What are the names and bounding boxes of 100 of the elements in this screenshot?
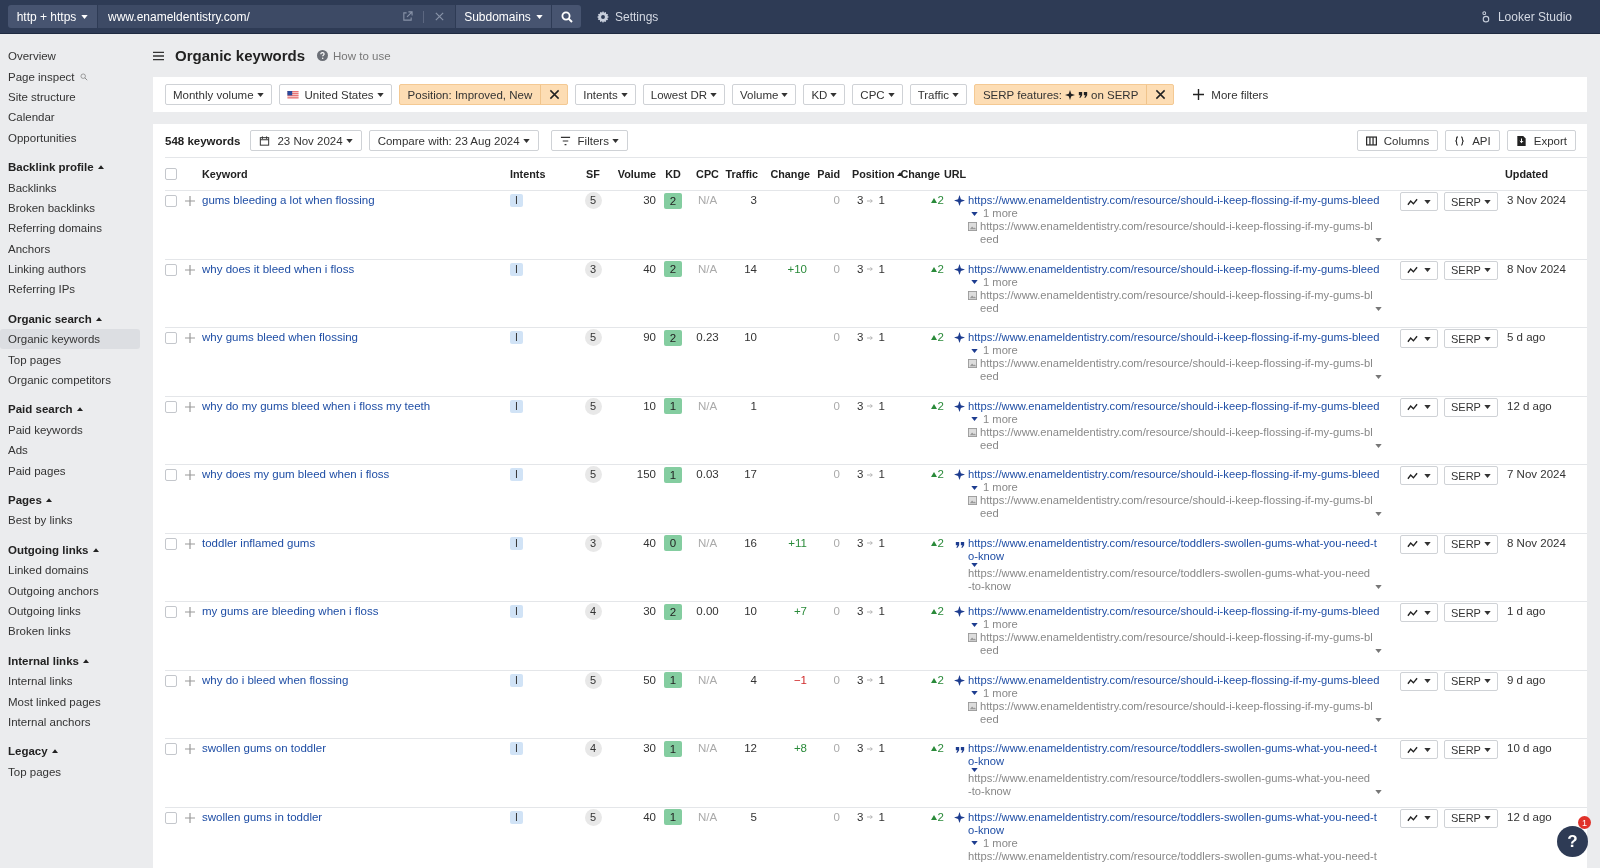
chart-dropdown[interactable] [1400, 260, 1438, 280]
protocol-dropdown[interactable]: http + https [8, 5, 97, 28]
settings-button[interactable]: Settings [591, 8, 665, 25]
sidebar-item[interactable]: Outgoing links [0, 600, 140, 622]
caret-icon[interactable] [1375, 375, 1382, 379]
keyword-link[interactable]: toddler inflamed gums [202, 536, 316, 550]
filters-button[interactable]: Filters [550, 130, 628, 151]
sidebar-item[interactable]: Outgoing anchors [0, 580, 140, 601]
sidebar-section-header[interactable]: Pages [0, 489, 153, 511]
search-button[interactable] [552, 5, 581, 28]
sidebar-item[interactable]: Broken backlinks [0, 197, 140, 219]
compare-dropdown[interactable]: Compare with: 23 Aug 2024 [368, 130, 539, 151]
subdomains-dropdown[interactable]: Subdomains [456, 5, 551, 28]
sidebar-item[interactable]: Backlinks [0, 177, 140, 198]
filter-dropdown[interactable]: Traffic [909, 84, 967, 105]
column-header[interactable]: Keyword [202, 168, 248, 180]
row-checkbox[interactable] [165, 674, 177, 687]
column-header[interactable]: Change [900, 168, 940, 180]
filter-dropdown[interactable]: Monthly volume [165, 84, 272, 105]
sidebar-item[interactable]: Internal links [0, 670, 140, 692]
sidebar-item[interactable]: Linked domains [0, 560, 140, 581]
row-checkbox[interactable] [165, 400, 177, 413]
sidebar-item[interactable]: Organic keywords [0, 329, 140, 350]
caret-icon[interactable] [971, 280, 978, 284]
serp-dropdown[interactable]: SERP [1444, 740, 1498, 759]
sidebar-item[interactable]: Opportunities [0, 127, 140, 148]
sidebar-item[interactable]: Internal anchors [0, 711, 140, 733]
keyword-link[interactable]: why do i bleed when flossing [202, 673, 349, 687]
sidebar-item[interactable]: Site structure [0, 86, 140, 108]
url-link[interactable]: https://www.enameldentistry.com/resource/should-i-keep-flossing-if-my-gums-bleed [968, 399, 1380, 413]
caret-icon[interactable] [971, 485, 978, 490]
column-header[interactable]: KD [665, 168, 681, 180]
sidebar-item[interactable]: Linking authors [0, 258, 140, 280]
filter-dropdown[interactable]: Lowest DR [642, 84, 725, 105]
filter-dropdown[interactable]: United States [278, 84, 392, 105]
more-urls-link[interactable]: 1 more [983, 207, 1018, 220]
serp-dropdown[interactable]: SERP [1444, 671, 1498, 691]
sidebar-section-header[interactable]: Backlink profile [0, 156, 153, 178]
filter-dropdown[interactable]: Volume [732, 84, 797, 105]
sidebar-item[interactable]: Ads [0, 440, 140, 461]
keyword-link[interactable]: swollen gums on toddler [202, 742, 326, 755]
caret-icon[interactable] [1375, 443, 1382, 448]
sidebar-item[interactable]: Referring IPs [0, 279, 140, 300]
row-checkbox[interactable] [165, 469, 177, 481]
caret-icon[interactable] [971, 768, 978, 772]
sidebar-section-header[interactable]: Outgoing links [0, 539, 153, 560]
keyword-link[interactable]: why gums bleed when flossing [202, 331, 358, 344]
url-link[interactable]: https://www.enameldentistry.com/resource/should-i-keep-flossing-if-my-gums-bleed [968, 262, 1380, 276]
sidebar-item[interactable]: Top pages [0, 761, 140, 782]
serp-dropdown[interactable]: SERP [1444, 534, 1498, 554]
sidebar-item[interactable]: Anchors [0, 238, 140, 259]
looker-studio-button[interactable]: Looker Studio [1473, 8, 1578, 25]
serp-dropdown[interactable]: SERP [1444, 466, 1498, 485]
column-header[interactable]: Volume [617, 168, 656, 180]
chart-dropdown[interactable] [1400, 671, 1438, 691]
filter-dropdown[interactable]: Intents [575, 84, 636, 105]
filter-dropdown[interactable]: KD [803, 84, 846, 105]
caret-icon[interactable] [1375, 238, 1382, 242]
caret-icon[interactable] [971, 691, 978, 695]
sidebar-item[interactable]: Paid keywords [0, 419, 140, 441]
sidebar-item[interactable]: Page inspect [0, 66, 140, 87]
caret-icon[interactable] [1375, 649, 1382, 653]
chart-dropdown[interactable] [1400, 329, 1438, 348]
keyword-link[interactable]: why does it bleed when i floss [202, 262, 355, 276]
serp-dropdown[interactable]: SERP [1444, 260, 1498, 280]
more-urls-link[interactable]: 1 more [983, 481, 1018, 494]
row-checkbox[interactable] [165, 332, 177, 344]
caret-icon[interactable] [1375, 717, 1382, 722]
row-checkbox[interactable] [165, 537, 177, 550]
sidebar-section-header[interactable]: Internal links [0, 650, 153, 671]
date-dropdown[interactable]: 23 Nov 2024 [250, 130, 362, 151]
how-to-use-link[interactable]: How to use [317, 49, 391, 62]
column-header[interactable]: Traffic [725, 168, 758, 180]
sidebar-item[interactable]: Overview [0, 46, 140, 67]
close-icon[interactable] [434, 11, 445, 22]
serp-dropdown[interactable]: SERP [1444, 603, 1498, 622]
caret-icon[interactable] [971, 841, 978, 845]
url-link[interactable]: https://www.enameldentistry.com/resource/should-i-keep-flossing-if-my-gums-bleed [968, 468, 1380, 481]
more-urls-link[interactable]: 1 more [983, 344, 1018, 357]
menu-icon[interactable] [153, 50, 164, 61]
sidebar-item[interactable]: Organic competitors [0, 369, 140, 391]
chart-dropdown[interactable] [1400, 466, 1438, 485]
url-link[interactable]: https://www.enameldentistry.com/resource/should-i-keep-flossing-if-my-gums-bleed [968, 673, 1380, 687]
url-link[interactable]: https://www.enameldentistry.com/resource/toddlers-swollen-gums-what-you-need-to-know [968, 536, 1382, 563]
row-checkbox[interactable] [165, 263, 177, 276]
serp-dropdown[interactable]: SERP [1444, 397, 1498, 417]
more-urls-link[interactable]: 1 more [983, 686, 1018, 700]
caret-icon[interactable] [1375, 512, 1382, 516]
column-header[interactable]: SF [586, 168, 600, 180]
api-button[interactable]: API [1445, 130, 1500, 151]
sidebar-item[interactable]: Best by links [0, 510, 140, 531]
more-urls-link[interactable]: 1 more [983, 412, 1018, 426]
keyword-link[interactable]: why do my gums bleed when i floss my teeth [202, 399, 431, 413]
url-link[interactable]: https://www.enameldentistry.com/resource/toddlers-swollen-gums-what-you-need-to-know [968, 810, 1382, 837]
sidebar-item[interactable]: Calendar [0, 107, 140, 128]
column-header[interactable]: Change [770, 168, 810, 180]
column-header[interactable]: Paid [817, 168, 840, 180]
url-link[interactable]: https://www.enameldentistry.com/resource/should-i-keep-flossing-if-my-gums-bleed [968, 605, 1380, 618]
row-checkbox[interactable] [165, 195, 177, 207]
select-all-checkbox[interactable] [165, 168, 177, 180]
